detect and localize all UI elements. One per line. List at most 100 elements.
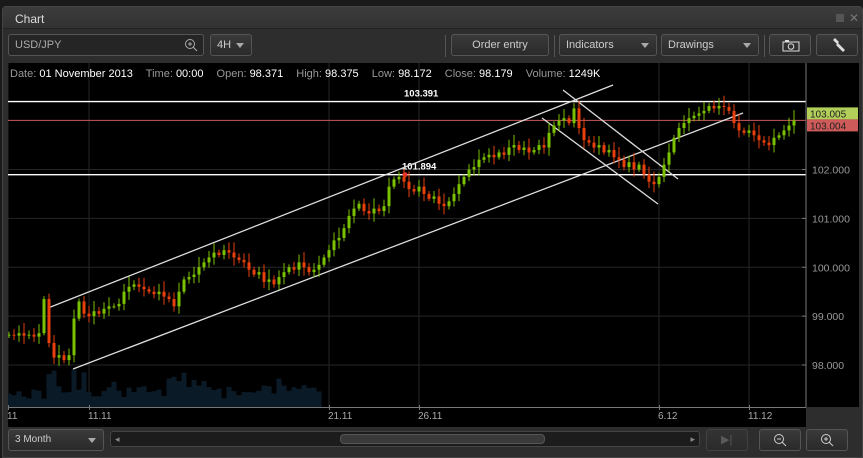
candle-body <box>742 130 746 133</box>
scroll-left-icon[interactable]: ◂ <box>115 434 120 445</box>
volume-bar <box>66 392 72 407</box>
volume-bar <box>161 395 167 407</box>
candle-body <box>317 264 321 270</box>
volume-bar <box>171 376 177 407</box>
candle-body <box>662 164 666 177</box>
candle-body <box>492 154 496 158</box>
trendline-upper-channel[interactable] <box>47 99 576 309</box>
scroll-right-icon[interactable]: ▸ <box>690 434 695 445</box>
drawings-dropdown[interactable]: Drawings <box>661 34 759 56</box>
time-value: 00:00 <box>175 68 204 80</box>
trendlines <box>47 84 744 370</box>
range-select[interactable]: 3 Month <box>8 429 104 451</box>
candle-body <box>607 149 611 153</box>
x-tick <box>89 405 90 410</box>
candle-body <box>597 145 601 148</box>
candle-body <box>437 196 441 204</box>
range-value: 3 Month <box>15 434 52 445</box>
volume-bar <box>261 385 267 407</box>
scrollbar-thumb[interactable] <box>340 434 545 444</box>
x-tick-label: 11.12 <box>748 411 773 422</box>
candle-body <box>367 211 371 214</box>
zoom-in-button[interactable] <box>806 429 848 451</box>
candle-body <box>792 120 796 126</box>
trendline-falling-upper[interactable] <box>562 89 679 180</box>
candle-body <box>87 313 91 317</box>
volume-bar <box>176 381 182 407</box>
camera-icon <box>782 40 800 52</box>
candle-body <box>177 291 181 307</box>
candle-body <box>337 237 341 241</box>
volume-bar <box>296 389 302 407</box>
volume-bar <box>21 396 27 407</box>
volume-bar <box>286 390 292 407</box>
volume-bar <box>196 385 202 407</box>
volume-bar <box>206 387 212 407</box>
chart-area[interactable]: 103.391 101.894 98.000 99.000 100.000 101.00… <box>8 63 859 407</box>
candle-body <box>432 196 436 199</box>
candle-body <box>327 250 331 258</box>
toolbar-separator <box>554 35 555 57</box>
candle-body <box>522 147 526 150</box>
candle-body <box>692 115 696 119</box>
volume-bar <box>101 391 107 407</box>
interval-select[interactable]: 4H <box>210 34 252 56</box>
volume-bar <box>91 396 97 407</box>
volume-bar <box>71 369 77 407</box>
candle-body <box>512 145 516 148</box>
volume-bar <box>246 392 252 407</box>
candle-body <box>397 176 401 180</box>
candle-body <box>567 118 571 124</box>
candle-body <box>562 118 566 121</box>
volume-bar <box>226 386 232 407</box>
candle-body <box>452 193 456 202</box>
ohlc-info-bar: Date: 01 November 2013 Time: 00:00 Open:… <box>10 68 610 80</box>
indicators-dropdown[interactable]: Indicators <box>559 34 657 56</box>
candle-body <box>127 286 131 292</box>
candle-body <box>122 291 126 304</box>
scroll-to-end-button[interactable]: ▶| <box>706 429 748 451</box>
candle-body <box>162 291 166 297</box>
candle-body <box>642 164 646 175</box>
candle-body <box>487 154 491 158</box>
candle-body <box>182 279 186 292</box>
drawings-label: Drawings <box>668 39 714 51</box>
screenshot-button[interactable] <box>769 34 811 56</box>
candle-body <box>287 267 291 273</box>
time-scrollbar[interactable]: ◂ ▸ <box>110 431 700 447</box>
high-label: High: <box>296 68 322 80</box>
settings-button[interactable] <box>816 34 858 56</box>
volume-bar <box>111 381 117 407</box>
candle-body <box>322 257 326 265</box>
volume-bar <box>191 380 197 407</box>
candle-body <box>427 193 431 199</box>
candle-body <box>552 125 556 133</box>
candle-body <box>652 181 656 185</box>
chevron-down-icon <box>743 43 751 48</box>
search-zoom-icon[interactable] <box>184 38 198 52</box>
candle-body <box>137 284 141 287</box>
candle-body <box>602 145 606 153</box>
volume-bar <box>266 386 272 407</box>
candle-body <box>202 262 206 268</box>
candle-body <box>757 135 761 141</box>
candle-body <box>237 257 241 260</box>
order-entry-button[interactable]: Order entry <box>451 34 549 56</box>
candle-body <box>102 308 106 314</box>
trendline-upper-extension[interactable] <box>574 84 614 101</box>
candle-body <box>547 132 551 148</box>
candle-body <box>542 145 546 148</box>
candle-body <box>207 257 211 263</box>
volume-bar <box>56 386 62 407</box>
symbol-input[interactable]: USD/JPY <box>8 34 204 56</box>
candle-body <box>527 147 531 153</box>
trendline-falling-lower[interactable] <box>541 117 659 205</box>
volume-bar <box>141 386 147 407</box>
volume-bar <box>236 395 242 407</box>
candle-body <box>387 186 391 207</box>
candle-body <box>192 274 196 278</box>
zoom-out-button[interactable] <box>759 429 801 451</box>
y-tick-label: 100.000 <box>812 262 850 274</box>
price-plot[interactable]: 103.391 101.894 98.000 99.000 100.000 101.00… <box>8 63 859 407</box>
candle-body <box>472 167 476 170</box>
